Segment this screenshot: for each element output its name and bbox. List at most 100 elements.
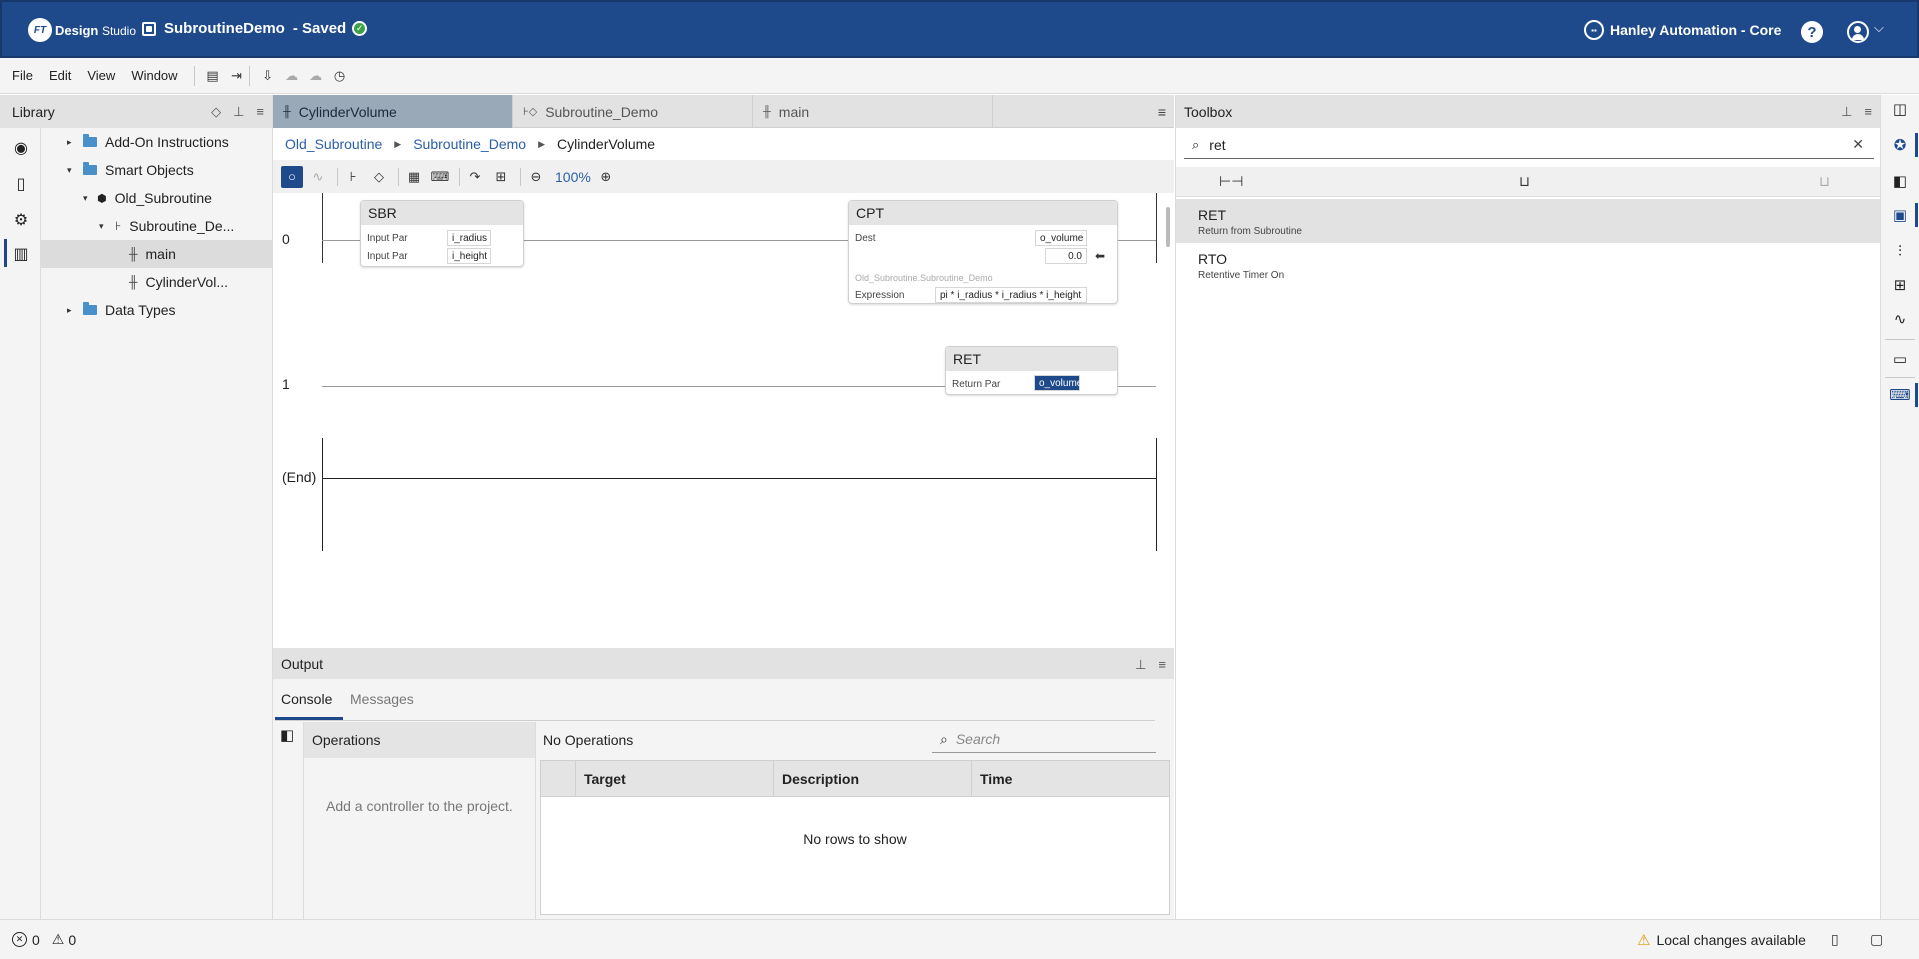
tab-messages[interactable]: Messages [350,691,414,707]
organization-switcher[interactable]: ▪▪ Hanley Automation - Core [1584,20,1781,40]
tree-item-cylinder-volume[interactable]: ╫ CylinderVol... [41,268,273,296]
tree-item-smart-objects[interactable]: ▾ Smart Objects [41,156,273,184]
local-changes-notice[interactable]: ⚠ Local changes available [1637,931,1806,949]
trend-icon[interactable]: ∿ [1890,309,1910,329]
filter-contact-icon[interactable]: ⊢⊣ [1219,173,1243,190]
operand-value[interactable]: i_radius [447,230,491,246]
pin-icon[interactable]: ⊥ [233,104,244,120]
tab-main[interactable]: ╫ main [753,95,993,128]
caret-right-icon[interactable]: ▸ [67,137,77,148]
search-icon: ⌕ [940,730,948,747]
toolbox-item-rto[interactable]: RTO Retentive Timer On [1176,243,1881,287]
tag-icon[interactable]: ◇ [368,166,390,188]
add-instruction-icon[interactable]: ⊞ [490,166,512,188]
tree-item-data-types[interactable]: ▸ Data Types [41,296,273,324]
operand-value[interactable]: o_volume [1035,230,1087,246]
cpt-instruction[interactable]: CPT Dest o_volume 0.0 ⬅ Old_Subroutine.S… [848,200,1118,304]
zoom-out-icon[interactable]: ⊖ [525,166,547,188]
help-icon[interactable]: ? [1801,21,1823,43]
column-description[interactable]: Description [773,761,971,797]
table-icon[interactable]: ▦ [403,166,425,188]
cloud-upload-icon[interactable]: ☁ [284,68,300,84]
properties-icon[interactable]: ◧ [1890,171,1910,191]
grid-select-column[interactable] [541,761,575,797]
warning-icon: ⚠ [51,931,65,947]
tree-item-old-subroutine[interactable]: ▾ ⬢ Old_Subroutine [41,184,273,212]
panel-toggle-icon[interactable]: ▢ [1870,931,1883,948]
share-icon[interactable]: ↷ [464,166,486,188]
chevron-down-icon[interactable]: ⌵ [1874,20,1884,36]
caret-down-icon[interactable]: ▾ [99,221,109,232]
tree-item-label: CylinderVol... [145,274,228,290]
ret-instruction[interactable]: RET Return Par o_volume [945,346,1118,395]
column-time[interactable]: Time [971,761,1169,797]
code-icon[interactable]: ⌨ [429,166,451,188]
pin-icon[interactable]: ⊥ [1841,104,1852,120]
library-icon[interactable]: ▥ [10,243,32,265]
menu-window[interactable]: Window [131,68,177,83]
breadcrumb-subroutine-demo[interactable]: Subroutine_Demo [413,136,526,152]
export-icon[interactable]: ⇥ [229,68,245,84]
sbr-instruction[interactable]: SBR Input Par i_radius Input Par i_heigh… [360,200,524,267]
rung-number[interactable]: 0 [282,231,290,247]
trend-icon[interactable]: ∿ [307,166,329,188]
scope-path: Old_Subroutine.Subroutine_Demo [855,273,993,283]
tabs-menu-icon[interactable]: ≡ [1158,104,1166,120]
tag-icon[interactable]: ◇ [211,104,221,120]
menu-file[interactable]: File [12,68,33,83]
menu-icon[interactable]: ≡ [1864,104,1872,120]
problem-counts[interactable]: ✕ 0 ⚠ 0 [12,931,76,948]
operand-value[interactable]: i_height [447,248,491,264]
cloud-download-icon[interactable]: ☁ [308,68,324,84]
document-icon[interactable]: ▤ [205,68,221,84]
ladder-editor[interactable]: 0 1 (End) SBR Input Par i_radius Input P… [273,193,1174,644]
output-panel-icon[interactable]: ▭ [1890,349,1910,369]
menu-icon[interactable]: ≡ [1158,657,1166,673]
clear-icon[interactable]: ✕ [1852,136,1864,153]
menu-view[interactable]: View [87,68,115,83]
panel-toggle-icon[interactable]: ◧ [280,726,294,744]
menu-icon[interactable]: ≡ [256,104,264,120]
rail-active-marker [4,239,7,267]
column-target[interactable]: Target [575,761,773,797]
history-icon[interactable]: ◷ [332,68,348,84]
tab-cylinder-volume[interactable]: ╫ CylinderVolume [273,95,513,128]
caret-down-icon[interactable]: ▾ [67,165,77,176]
sliders-icon[interactable]: ⫶ [1890,241,1910,261]
grid-empty-text: No rows to show [803,831,907,847]
tab-subroutine-demo[interactable]: ⊦◇ Subroutine_Demo [513,95,753,128]
settings-panel-icon[interactable]: ⚙ [10,209,32,231]
zoom-in-icon[interactable]: ⊕ [595,166,617,188]
user-avatar-icon[interactable] [1847,21,1869,43]
tab-console[interactable]: Console [281,691,332,707]
toolbox-search-input[interactable]: ⌕ ret ✕ [1184,131,1874,159]
menu-edit[interactable]: Edit [49,68,71,83]
add-instruction-icon[interactable]: ⊞ [1890,275,1910,295]
compass-icon[interactable]: ✪ [1890,135,1910,155]
rung-number[interactable]: 1 [282,376,290,392]
filter-block-icon[interactable]: ⊔ [1519,173,1530,190]
panel-layout-icon[interactable]: ◫ [1890,99,1910,119]
device-icon[interactable]: ▯ [10,173,32,195]
caret-down-icon[interactable]: ▾ [83,193,93,204]
pin-icon[interactable]: ⊥ [1135,657,1146,673]
toolbox-icon[interactable]: ▣ [1890,205,1910,225]
expression-value[interactable]: pi * i_radius * i_radius * i_height [935,287,1087,303]
tree-item-subroutine-demo[interactable]: ▾ ⊦ Subroutine_De... [41,212,273,240]
operations-search-input[interactable]: ⌕ Search [932,726,1156,753]
terminal-icon[interactable]: ⌨ [1889,385,1911,405]
controller-icon[interactable]: ◉ [10,137,32,159]
tree-item-main[interactable]: ╫ main [41,240,273,268]
caret-right-icon[interactable]: ▸ [67,305,77,316]
toolbox-item-ret[interactable]: RET Return from Subroutine [1176,199,1881,243]
device-icon[interactable]: ▯ [1831,931,1839,948]
routine-link-icon[interactable]: ⊦ [342,166,364,188]
download-icon[interactable]: ⇩ [260,68,276,84]
breadcrumb-old-subroutine[interactable]: Old_Subroutine [285,136,382,152]
operand-value-selected[interactable]: o_volume [1034,375,1082,391]
ladder-scrollbar[interactable] [1166,207,1170,247]
online-toggle-icon[interactable]: ○ [281,165,303,188]
filter-function-icon[interactable]: ⊔ [1819,173,1830,190]
tree-item-add-on-instructions[interactable]: ▸ Add-On Instructions [41,128,273,156]
app-logo[interactable]: FT Design Studio [28,18,136,42]
